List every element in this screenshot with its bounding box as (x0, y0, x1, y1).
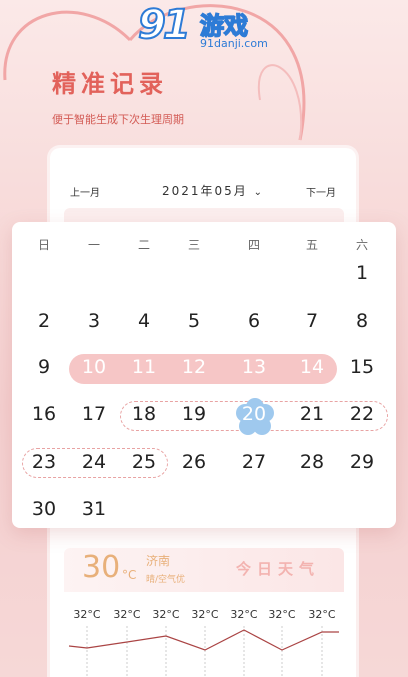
calendar-day[interactable]: 7 (290, 310, 334, 332)
calendar-day[interactable]: 15 (340, 356, 384, 378)
weather-header: 30 °C 济南 晴/空气优 今日天气 (64, 548, 344, 592)
watermark-url: 91danji.com (200, 37, 268, 50)
calendar-day[interactable]: 10 (72, 356, 116, 378)
calendar-day[interactable]: 24 (72, 451, 116, 473)
hourly-temperature: 32°C (113, 608, 141, 621)
calendar-day[interactable]: 25 (122, 451, 166, 473)
weekday-label: 五 (305, 238, 318, 252)
calendar-day[interactable]: 6 (232, 310, 276, 332)
calendar-day[interactable]: 23 (22, 451, 66, 473)
calendar-day[interactable]: 21 (290, 403, 334, 425)
weather-card: 30 °C 济南 晴/空气优 今日天气 32°C 32°C 32°C 32°C 32°C… (64, 548, 344, 677)
current-temperature: 30 (82, 550, 121, 585)
calendar-day[interactable]: 3 (72, 310, 116, 332)
calendar-day[interactable]: 2 (22, 310, 66, 332)
page-title: 精准记录 (52, 70, 168, 98)
temperature-line-chart (68, 626, 339, 677)
weekday-label: 日 (37, 238, 50, 252)
calendar-day[interactable]: 11 (122, 356, 166, 378)
calendar-day[interactable]: 9 (22, 356, 66, 378)
month-selector[interactable]: 2021年05月 ⌄ (162, 182, 264, 199)
calendar-day[interactable]: 20 (232, 403, 276, 425)
calendar-day[interactable]: 14 (290, 356, 334, 378)
calendar-day[interactable]: 22 (340, 403, 384, 425)
weekday-label: 四 (247, 238, 260, 252)
weekday-label: 二 (137, 238, 150, 252)
calendar-day[interactable]: 30 (22, 498, 66, 520)
calendar-day[interactable]: 18 (122, 403, 166, 425)
calendar-day[interactable]: 28 (290, 451, 334, 473)
chevron-down-icon: ⌄ (253, 187, 265, 198)
site-watermark-logo: 91 游戏 91danji.com (137, 1, 278, 54)
weekday-label: 三 (187, 238, 200, 252)
temperature-line (68, 629, 339, 651)
calendar-day[interactable]: 1 (340, 262, 384, 284)
hourly-temperatures: 32°C 32°C 32°C 32°C 32°C 32°C 32°C (64, 608, 344, 624)
calendar-day[interactable]: 27 (232, 451, 276, 473)
hourly-temperature: 32°C (152, 608, 180, 621)
month-navigation: 上一月 2021年05月 ⌄ 下一月 (62, 180, 344, 202)
prev-month-button[interactable]: 上一月 (70, 184, 100, 199)
air-quality: 晴/空气优 (146, 575, 186, 585)
next-month-button[interactable]: 下一月 (306, 184, 336, 199)
calendar-day[interactable]: 29 (340, 451, 384, 473)
watermark-text: 游戏 (199, 11, 249, 41)
temperature-unit: °C (122, 568, 137, 582)
calendar-day[interactable]: 12 (172, 356, 216, 378)
hourly-temperature: 32°C (268, 608, 296, 621)
calendar-day[interactable]: 16 (22, 403, 66, 425)
calendar-popup: 日一二三四五六 1 2 3 4 5 6 7 8 9 10 11 12 13 14 15 16 17 18 19 20 2… (12, 222, 396, 528)
page-subtitle: 便于智能生成下次生理周期 (52, 113, 184, 126)
calendar-day[interactable]: 4 (122, 310, 166, 332)
calendar-day[interactable]: 5 (172, 310, 216, 332)
calendar-day[interactable]: 31 (72, 498, 116, 520)
hourly-temperature: 32°C (191, 608, 219, 621)
calendar-day[interactable]: 19 (172, 403, 216, 425)
hourly-temperature: 32°C (73, 608, 101, 621)
watermark-number: 91 (137, 1, 192, 49)
city-name: 济南 (146, 554, 171, 568)
weather-title: 今日天气 (236, 560, 321, 578)
hourly-temperature: 32°C (230, 608, 258, 621)
calendar-day[interactable]: 8 (340, 310, 384, 332)
current-month-label: 2021年05月 (162, 184, 248, 198)
weekday-label: 六 (355, 238, 368, 252)
calendar-day[interactable]: 13 (232, 356, 276, 378)
calendar-day[interactable]: 26 (172, 451, 216, 473)
hourly-temperature: 32°C (308, 608, 336, 621)
weekday-label: 一 (87, 238, 100, 252)
calendar-day[interactable]: 17 (72, 403, 116, 425)
